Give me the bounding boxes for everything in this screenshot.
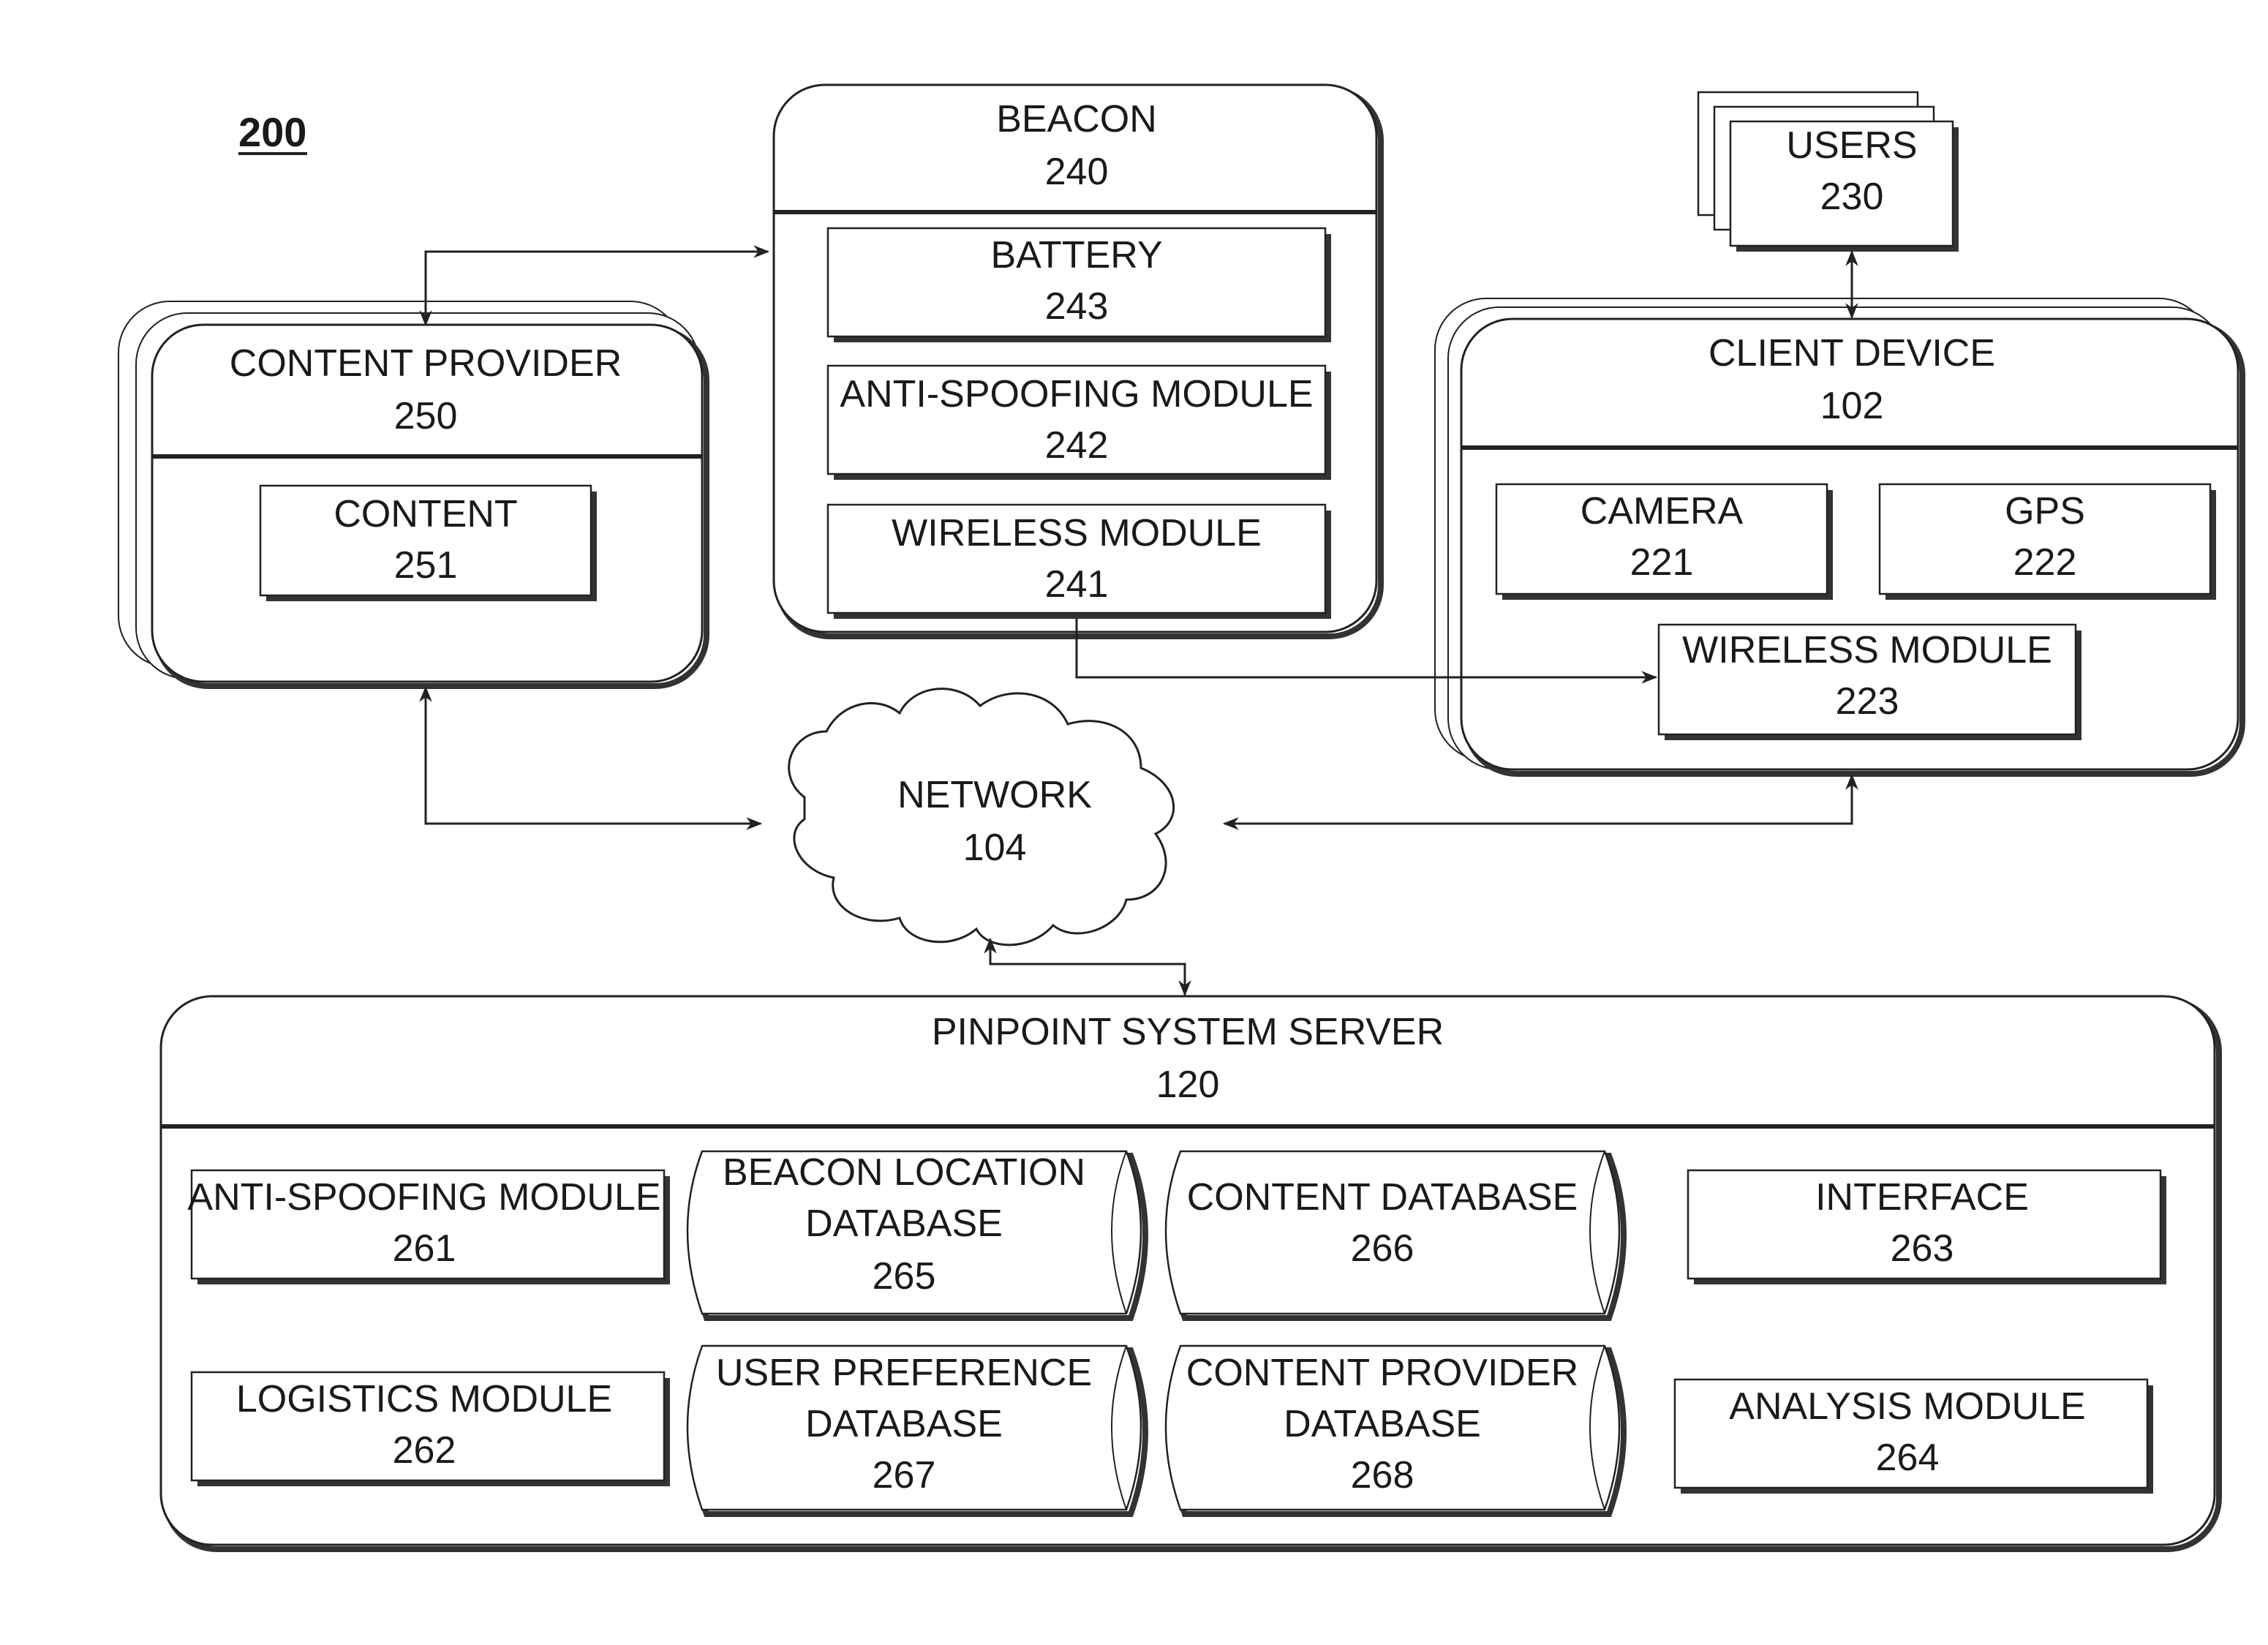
camera-box[interactable]: CAMERA 221 (1495, 483, 1833, 600)
logistics-number: 262 (393, 1429, 456, 1472)
user-preference-db-line2: DATABASE (805, 1403, 1003, 1445)
content-provider-title: CONTENT PROVIDER (230, 342, 622, 385)
server-title: PINPOINT SYSTEM SERVER (932, 1011, 1444, 1053)
beacon-anti-spoofing-number: 242 (1045, 424, 1109, 467)
connector-network-server (984, 937, 1191, 997)
beacon-location-database[interactable]: BEACON LOCATION DATABASE 265 (686, 1150, 1148, 1321)
battery-title: BATTERY (990, 234, 1162, 276)
user-preference-database[interactable]: USER PREFERENCE DATABASE 267 (686, 1344, 1148, 1517)
gps-box[interactable]: GPS 222 (1878, 483, 2216, 600)
beacon-anti-spoofing-box[interactable]: ANTI-SPOOFING MODULE 242 (826, 364, 1331, 480)
users-stack[interactable]: USERS 230 (1697, 91, 1959, 252)
logistics-module[interactable]: LOGISTICS MODULE 262 (190, 1371, 670, 1486)
beacon-number: 240 (1045, 151, 1109, 193)
user-preference-db-number: 267 (873, 1454, 936, 1497)
network-title: NETWORK (897, 774, 1092, 816)
connector-client-device-network (1222, 773, 1858, 830)
beacon-location-db-line1: BEACON LOCATION (723, 1151, 1085, 1194)
network-cloud[interactable]: NETWORK 104 (788, 688, 1175, 946)
battery-number: 243 (1045, 285, 1109, 328)
user-preference-db-line1: USER PREFERENCE (716, 1352, 1092, 1394)
camera-title: CAMERA (1581, 490, 1744, 532)
client-wireless-number: 223 (1836, 680, 1899, 723)
analysis-title: ANALYSIS MODULE (1729, 1385, 2085, 1428)
users-title: USERS (1786, 124, 1917, 167)
analysis-number: 264 (1876, 1437, 1940, 1479)
gps-number: 222 (2013, 541, 2077, 584)
interface-title: INTERFACE (1815, 1176, 2029, 1219)
server-anti-spoofing-title: ANTI-SPOOFING MODULE (187, 1176, 660, 1219)
content-box[interactable]: CONTENT 251 (259, 484, 597, 601)
logistics-title: LOGISTICS MODULE (236, 1378, 612, 1420)
battery-box[interactable]: BATTERY 243 (826, 227, 1331, 342)
content-database[interactable]: CONTENT DATABASE 266 (1164, 1150, 1627, 1321)
server-anti-spoofing-number: 261 (393, 1227, 456, 1270)
content-provider-database[interactable]: CONTENT PROVIDER DATABASE 268 (1164, 1344, 1627, 1517)
beacon-title: BEACON (996, 98, 1157, 140)
beacon-wireless-number: 241 (1045, 563, 1109, 606)
beacon-anti-spoofing-title: ANTI-SPOOFING MODULE (840, 373, 1313, 415)
server-anti-spoofing-module[interactable]: ANTI-SPOOFING MODULE 261 (187, 1169, 670, 1284)
content-db-line1: CONTENT DATABASE (1187, 1176, 1578, 1219)
interface-module[interactable]: INTERFACE 263 (1687, 1169, 2166, 1284)
client-wireless-title: WIRELESS MODULE (1682, 629, 2052, 671)
users-number: 230 (1820, 176, 1884, 218)
interface-number: 263 (1891, 1227, 1954, 1270)
beacon-wireless-title: WIRELESS MODULE (892, 512, 1262, 554)
content-db-number: 266 (1351, 1227, 1414, 1270)
beacon[interactable]: BEACON 240 BATTERY 243 ANTI-SPOOFING MOD… (772, 83, 1384, 639)
content-title: CONTENT (334, 493, 517, 535)
pinpoint-system-server[interactable]: PINPOINT SYSTEM SERVER 120 ANTI-SPOOFING… (159, 995, 2222, 1552)
beacon-location-db-number: 265 (873, 1255, 936, 1298)
beacon-wireless-module-box[interactable]: WIRELESS MODULE 241 (826, 503, 1331, 619)
content-provider-stack[interactable]: CONTENT PROVIDER 250 CONTENT 251 (118, 301, 709, 689)
client-device-number: 102 (1820, 385, 1884, 427)
client-device-title: CLIENT DEVICE (1708, 332, 1995, 374)
figure-label: 200 (238, 109, 307, 155)
gps-title: GPS (2005, 490, 2085, 532)
content-provider-number: 250 (394, 395, 458, 437)
content-provider-db-line1: CONTENT PROVIDER (1186, 1352, 1578, 1394)
server-number: 120 (1156, 1064, 1220, 1106)
client-wireless-module-box[interactable]: WIRELESS MODULE 223 (1657, 623, 2081, 740)
system-diagram: 200 CONTENT PROVIDER 250 CONTENT 251 BEA… (118, 83, 2245, 1552)
figure-number: 200 (238, 109, 306, 155)
network-number: 104 (963, 827, 1027, 869)
content-provider-db-line2: DATABASE (1284, 1403, 1481, 1445)
camera-number: 221 (1630, 541, 1694, 584)
connector-content-provider-network (419, 685, 763, 830)
cloud-icon (788, 688, 1175, 946)
client-device-stack[interactable]: CLIENT DEVICE 102 CAMERA 221 GPS 222 WIR… (1434, 298, 2245, 777)
beacon-location-db-line2: DATABASE (805, 1202, 1003, 1245)
content-number: 251 (394, 544, 458, 587)
content-provider-db-number: 268 (1351, 1454, 1414, 1497)
analysis-module[interactable]: ANALYSIS MODULE 264 (1673, 1378, 2153, 1494)
